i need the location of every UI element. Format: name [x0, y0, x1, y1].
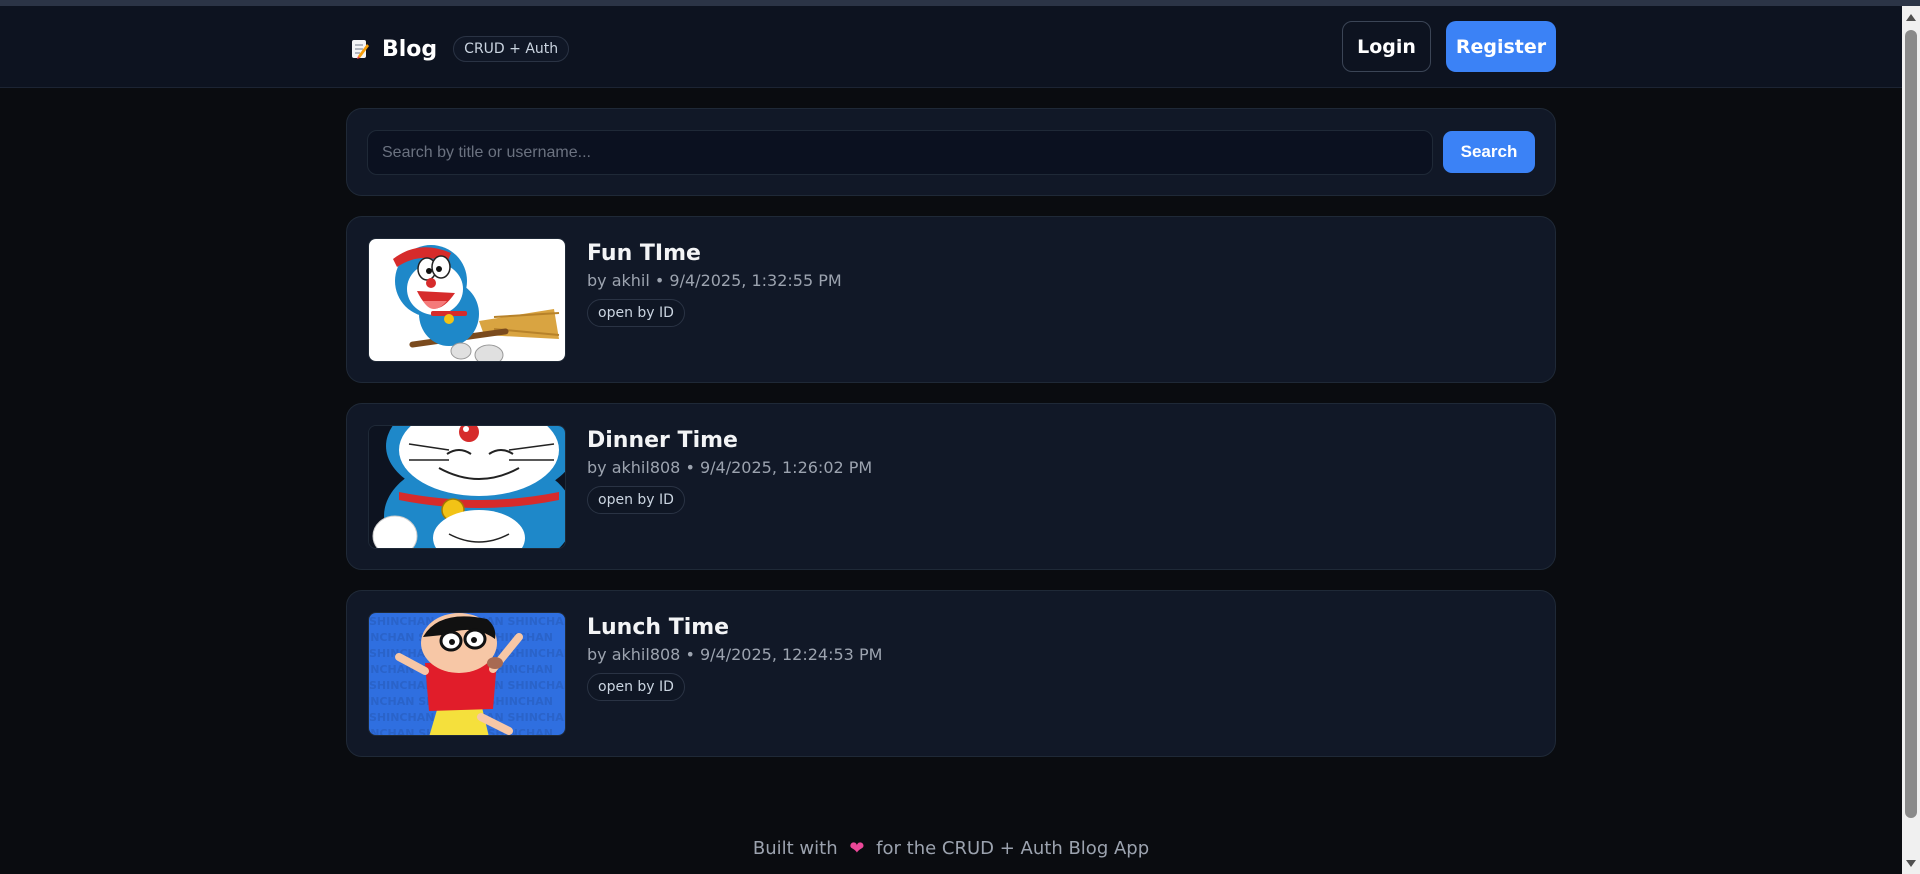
- brand[interactable]: Blog CRUD + Auth: [350, 36, 570, 62]
- memo-icon: [352, 40, 369, 59]
- brand-badge: CRUD + Auth: [453, 36, 570, 62]
- brand-name: Blog: [382, 36, 438, 62]
- site-footer: Built with ❤ for the CRUD + Auth Blog Ap…: [0, 838, 1902, 859]
- footer-prefix: Built with: [752, 838, 838, 859]
- site-header: Blog CRUD + Auth Login Register: [0, 6, 1902, 88]
- scroll-up-arrow-icon[interactable]: [1906, 14, 1916, 21]
- post-meta: by akhil • 9/4/2025, 1:32:55 PM: [587, 271, 842, 290]
- post-card[interactable]: Fun TIme by akhil • 9/4/2025, 1:32:55 PM…: [346, 216, 1556, 383]
- doraemon-smiling-image: [368, 425, 566, 549]
- post-title[interactable]: Fun TIme: [587, 241, 701, 266]
- search-button[interactable]: Search: [1443, 131, 1535, 173]
- scroll-down-arrow-icon[interactable]: [1906, 860, 1916, 867]
- doraemon-broom-image: [368, 238, 566, 362]
- post-card[interactable]: Dinner Time by akhil808 • 9/4/2025, 1:26…: [346, 403, 1556, 570]
- shinchan-image: SHINCHAN SHINCHAN SHINCHAN SHINCHAN SHIN…: [368, 612, 566, 736]
- open-by-id-link[interactable]: open by ID: [587, 486, 685, 514]
- post-title[interactable]: Lunch Time: [587, 615, 729, 640]
- post-meta: by akhil808 • 9/4/2025, 1:26:02 PM: [587, 458, 873, 477]
- footer-suffix: for the CRUD + Auth Blog App: [876, 838, 1150, 859]
- post-card[interactable]: SHINCHAN SHINCHAN SHINCHAN SHINCHAN SHIN…: [346, 590, 1556, 757]
- post-title[interactable]: Dinner Time: [587, 428, 738, 453]
- post-meta: by akhil808 • 9/4/2025, 12:24:53 PM: [587, 645, 883, 664]
- register-button[interactable]: Register: [1446, 21, 1556, 72]
- open-by-id-link[interactable]: open by ID: [587, 299, 685, 327]
- search-panel: Search: [346, 108, 1556, 196]
- login-button[interactable]: Login: [1342, 21, 1431, 72]
- scrollbar-thumb[interactable]: [1905, 30, 1917, 818]
- open-by-id-link[interactable]: open by ID: [587, 673, 685, 701]
- vertical-scrollbar[interactable]: [1902, 6, 1920, 874]
- search-input[interactable]: [367, 130, 1433, 175]
- heart-icon: ❤: [849, 838, 865, 859]
